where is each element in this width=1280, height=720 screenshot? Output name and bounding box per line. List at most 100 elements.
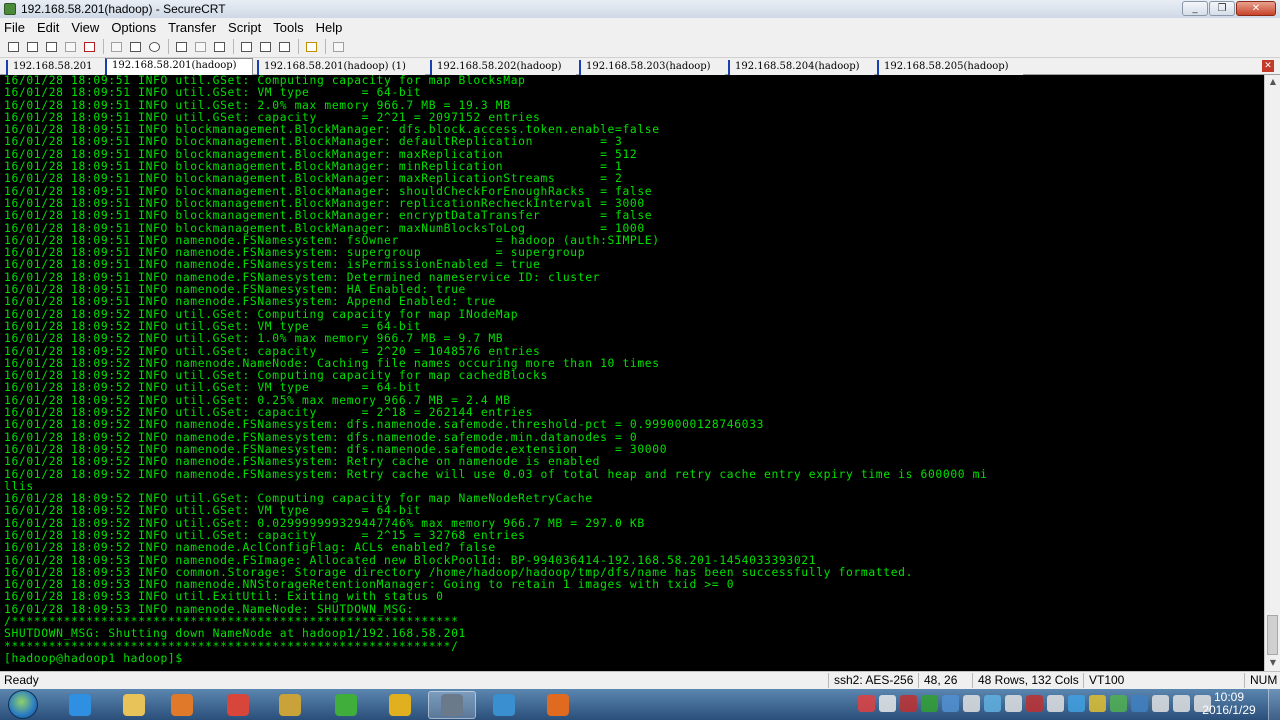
chrome-icon[interactable] xyxy=(214,691,262,719)
global-options-icon[interactable] xyxy=(258,39,273,54)
file-explorer-icon[interactable] xyxy=(110,691,158,719)
quick-connect-icon[interactable] xyxy=(25,39,40,54)
tray-icon[interactable] xyxy=(921,695,938,712)
internet-explorer-icon[interactable] xyxy=(56,691,104,719)
window-controls: _ ❐ ✕ xyxy=(1182,1,1276,16)
tab-session-203-hadoop[interactable]: 192.168.58.203(hadoop) xyxy=(579,60,725,75)
tray-icon[interactable] xyxy=(1026,695,1043,712)
tray-icon[interactable] xyxy=(963,695,980,712)
status-encryption: ssh2: AES-256 xyxy=(828,673,913,688)
terminal-line: 16/01/28 18:09:51 INFO blockmanagement.B… xyxy=(4,135,623,149)
toolbar xyxy=(0,36,1280,58)
securecrt-app-icon xyxy=(4,3,16,15)
menu-file[interactable]: File xyxy=(4,20,25,35)
terminal-line: 16/01/28 18:09:51 INFO util.GSet: VM typ… xyxy=(4,86,422,100)
close-tab-icon[interactable]: ✕ xyxy=(1262,60,1274,72)
system-tray xyxy=(858,695,1211,712)
file-explorer-icon-glyph xyxy=(123,694,145,716)
taskbar-clock[interactable]: 10:09 2016/1/29 xyxy=(1198,691,1260,717)
tray-icon[interactable] xyxy=(1131,695,1148,712)
tiger-app-icon-glyph xyxy=(547,694,569,716)
tab-session-201-hadoop[interactable]: 192.168.58.201(hadoop) xyxy=(105,58,253,75)
green-refresh-app-icon[interactable] xyxy=(322,691,370,719)
windows-taskbar: 10:09 2016/1/29 xyxy=(0,689,1280,720)
terminal-line: 16/01/28 18:09:51 INFO namenode.FSNamesy… xyxy=(4,295,496,309)
sftp-icon[interactable] xyxy=(331,39,346,54)
terminal-output[interactable]: 16/01/28 18:09:51 INFO util.GSet: Comput… xyxy=(0,75,1264,671)
yellow-e-app-icon-glyph xyxy=(389,694,411,716)
terminal-line: 16/01/28 18:09:52 INFO namenode.FSNamesy… xyxy=(4,467,988,481)
tab-session-201[interactable]: 192.168.58.201 xyxy=(6,60,104,75)
terminal-scrollbar[interactable]: ▲ ▼ xyxy=(1264,75,1280,671)
minimize-button[interactable]: _ xyxy=(1182,1,1208,16)
find-icon[interactable] xyxy=(147,39,162,54)
tab-label: 192.168.58.202(hadoop) xyxy=(437,61,562,72)
scroll-up-icon[interactable]: ▲ xyxy=(1268,77,1278,87)
menu-tools[interactable]: Tools xyxy=(273,20,303,35)
connect-tab-icon[interactable] xyxy=(44,39,59,54)
connect-icon[interactable] xyxy=(6,39,21,54)
title-bar[interactable]: 192.168.58.201(hadoop) - SecureCRT _ ❐ ✕ xyxy=(0,0,1280,18)
copy-icon[interactable] xyxy=(109,39,124,54)
disconnect-icon[interactable] xyxy=(82,39,97,54)
tray-icon[interactable] xyxy=(858,695,875,712)
scroll-thumb[interactable] xyxy=(1267,615,1278,655)
terminal-line: 16/01/28 18:09:51 INFO namenode.FSNamesy… xyxy=(4,258,541,272)
tray-icon[interactable] xyxy=(1047,695,1064,712)
tab-label: 192.168.58.201(hadoop) xyxy=(112,60,237,71)
tab-label: 192.168.58.201 xyxy=(13,61,93,72)
toolbar-separator xyxy=(325,39,326,54)
status-bar: Ready ssh2: AES-256 48, 26 48 Rows, 132 … xyxy=(0,671,1280,689)
status-emulation: VT100 xyxy=(1083,673,1124,688)
tray-icon[interactable] xyxy=(900,695,917,712)
tray-icon[interactable] xyxy=(1068,695,1085,712)
start-button[interactable] xyxy=(8,690,38,719)
menu-help[interactable]: Help xyxy=(316,20,343,35)
toolbar-separator xyxy=(233,39,234,54)
terminal-line: 16/01/28 18:09:53 INFO util.ExitUtil: Ex… xyxy=(4,590,444,604)
tray-icon[interactable] xyxy=(1089,695,1106,712)
maximize-button[interactable]: ❐ xyxy=(1209,1,1235,16)
print-screen-icon[interactable] xyxy=(212,39,227,54)
securecrt-window: 192.168.58.201(hadoop) - SecureCRT _ ❐ ✕… xyxy=(0,0,1280,720)
tab-session-205-hadoop[interactable]: 192.168.58.205(hadoop) xyxy=(877,60,1023,75)
keymap-icon[interactable] xyxy=(277,39,292,54)
archive-app-icon[interactable] xyxy=(266,691,314,719)
tab-session-201-hadoop-1[interactable]: 192.168.58.201(hadoop) (1) xyxy=(257,60,425,75)
tray-icon[interactable] xyxy=(879,695,896,712)
tiger-app-icon[interactable] xyxy=(534,691,582,719)
reconnect-icon[interactable] xyxy=(63,39,78,54)
tray-icon[interactable] xyxy=(1005,695,1022,712)
tray-icon[interactable] xyxy=(984,695,1001,712)
menu-options[interactable]: Options xyxy=(111,20,156,35)
securecrt-icon[interactable] xyxy=(428,691,476,719)
print-setup-icon[interactable] xyxy=(193,39,208,54)
internet-explorer-icon-glyph xyxy=(69,694,91,716)
scroll-down-icon[interactable]: ▼ xyxy=(1268,658,1278,668)
print-icon[interactable] xyxy=(174,39,189,54)
help-icon[interactable] xyxy=(304,39,319,54)
tray-icon[interactable] xyxy=(1152,695,1169,712)
tray-icon[interactable] xyxy=(942,695,959,712)
menu-edit[interactable]: Edit xyxy=(37,20,59,35)
toolbar-separator xyxy=(168,39,169,54)
menu-transfer[interactable]: Transfer xyxy=(168,20,216,35)
menu-script[interactable]: Script xyxy=(228,20,261,35)
tab-session-204-hadoop[interactable]: 192.168.58.204(hadoop) xyxy=(728,60,874,75)
tray-icon[interactable] xyxy=(1173,695,1190,712)
close-button[interactable]: ✕ xyxy=(1236,1,1276,16)
yellow-e-app-icon[interactable] xyxy=(376,691,424,719)
blue-window-app-icon[interactable] xyxy=(480,691,528,719)
tray-icon[interactable] xyxy=(1110,695,1127,712)
show-desktop-button[interactable] xyxy=(1268,689,1280,720)
session-options-icon[interactable] xyxy=(239,39,254,54)
terminal-line: 16/01/28 18:09:52 INFO util.GSet: capaci… xyxy=(4,344,541,358)
session-tab-bar: 192.168.58.201 192.168.58.201(hadoop) 19… xyxy=(0,58,1280,75)
tab-session-202-hadoop[interactable]: 192.168.58.202(hadoop) xyxy=(430,60,576,75)
status-numlock: NUM xyxy=(1244,673,1277,688)
paste-icon[interactable] xyxy=(128,39,143,54)
securecrt-icon-glyph xyxy=(441,694,463,716)
menu-bar: File Edit View Options Transfer Script T… xyxy=(0,18,1280,36)
media-player-icon[interactable] xyxy=(158,691,206,719)
menu-view[interactable]: View xyxy=(71,20,99,35)
